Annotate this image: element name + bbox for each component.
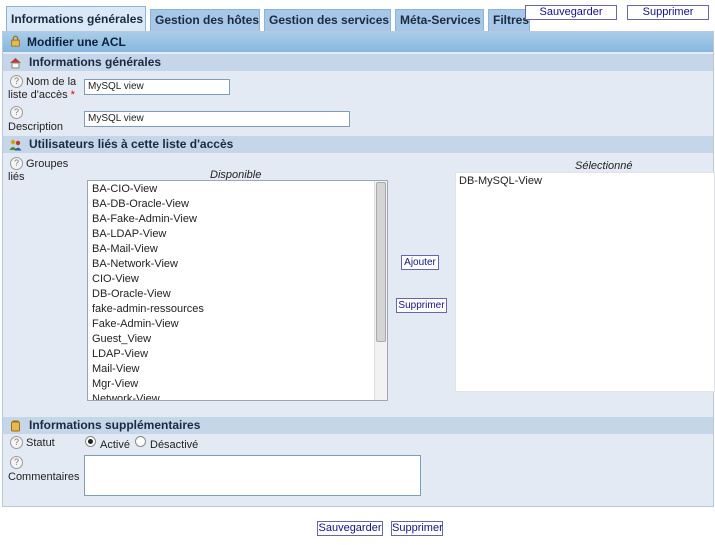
section-general-info: Informations générales [3, 54, 713, 71]
available-group-item[interactable]: Fake-Admin-View [92, 317, 387, 332]
save-button-bottom[interactable]: Sauvegarder [317, 521, 383, 536]
name-label: Nom de la [26, 76, 77, 88]
section-linked-users: Utilisateurs liés à cette liste d'accès [3, 136, 713, 153]
help-icon-status[interactable]: ? [10, 436, 23, 449]
available-group-item[interactable]: BA-CIO-View [92, 182, 387, 197]
tab-meta-services[interactable]: Méta-Services [395, 9, 484, 31]
tab-host-management[interactable]: Gestion des hôtes [150, 9, 260, 31]
remove-group-button[interactable]: Supprimer [396, 298, 447, 313]
available-group-item[interactable]: Mail-View [92, 362, 387, 377]
acl-name-input[interactable]: MySQL view [84, 79, 230, 95]
section-extra-info: Informations supplémentaires [3, 417, 713, 434]
acl-form-panel: Modifier une ACL Informations générales … [2, 31, 715, 507]
selected-group-item[interactable]: DB-MySQL-View [459, 174, 714, 189]
info-jar-icon [11, 420, 20, 432]
status-label: Statut [26, 437, 55, 449]
comments-label: Commentaires [8, 471, 80, 483]
description-label: Description [8, 121, 64, 133]
tab-service-management[interactable]: Gestion des services [264, 9, 391, 31]
available-group-item[interactable]: BA-Fake-Admin-View [92, 212, 387, 227]
help-icon-description[interactable]: ? [10, 106, 23, 119]
help-icon-groups[interactable]: ? [10, 157, 23, 170]
scrollbar-thumb[interactable] [376, 182, 386, 342]
available-group-item[interactable]: BA-LDAP-View [92, 227, 387, 242]
available-groups-list[interactable]: BA-CIO-View BA-DB-Oracle-View BA-Fake-Admi… [87, 180, 388, 401]
tab-bar: Informations générales Gestion des hôtes… [0, 0, 715, 31]
save-button-top[interactable]: Sauvegarder [525, 5, 617, 20]
comments-textarea[interactable] [84, 455, 421, 496]
page-title-text: Modifier une ACL [27, 35, 126, 49]
status-active-label: Activé [100, 439, 130, 451]
lock-icon [11, 35, 20, 47]
available-group-item[interactable]: CIO-View [92, 272, 387, 287]
available-group-item[interactable]: fake-admin-ressources [92, 302, 387, 317]
available-group-item[interactable]: BA-DB-Oracle-View [92, 197, 387, 212]
description-input[interactable]: MySQL view [84, 111, 350, 127]
available-group-item[interactable]: DB-Oracle-View [92, 287, 387, 302]
status-inactive-radio[interactable] [135, 436, 146, 447]
delete-button-bottom[interactable]: Supprimer [391, 521, 443, 536]
selected-groups-list[interactable]: DB-MySQL-View [455, 172, 715, 392]
selected-label: Sélectionné [575, 160, 633, 172]
groups-label: Groupes [26, 158, 69, 170]
help-icon-name[interactable]: ? [10, 75, 23, 88]
status-inactive-label: Désactivé [150, 439, 199, 451]
available-group-item[interactable]: Guest_View [92, 332, 387, 347]
name-label-line2: liste d'accès * [8, 89, 75, 101]
available-group-item[interactable]: Network-View [92, 392, 387, 400]
tab-general-info[interactable]: Informations générales [6, 6, 146, 31]
page-title: Modifier une ACL [3, 32, 713, 52]
available-group-item[interactable]: Mgr-View [92, 377, 387, 392]
available-group-item[interactable]: LDAP-View [92, 347, 387, 362]
available-list-scrollbar[interactable] [374, 181, 387, 400]
house-icon [10, 58, 21, 69]
available-group-item[interactable]: BA-Network-View [92, 257, 387, 272]
add-group-button[interactable]: Ajouter [401, 255, 439, 270]
users-icon [9, 139, 22, 151]
help-icon-comments[interactable]: ? [10, 456, 23, 469]
status-active-radio[interactable] [85, 436, 96, 447]
available-group-item[interactable]: BA-Mail-View [92, 242, 387, 257]
tab-filters[interactable]: Filtres [488, 9, 530, 31]
delete-button-top[interactable]: Supprimer [627, 5, 709, 20]
groups-label-line2: liés [8, 171, 25, 183]
